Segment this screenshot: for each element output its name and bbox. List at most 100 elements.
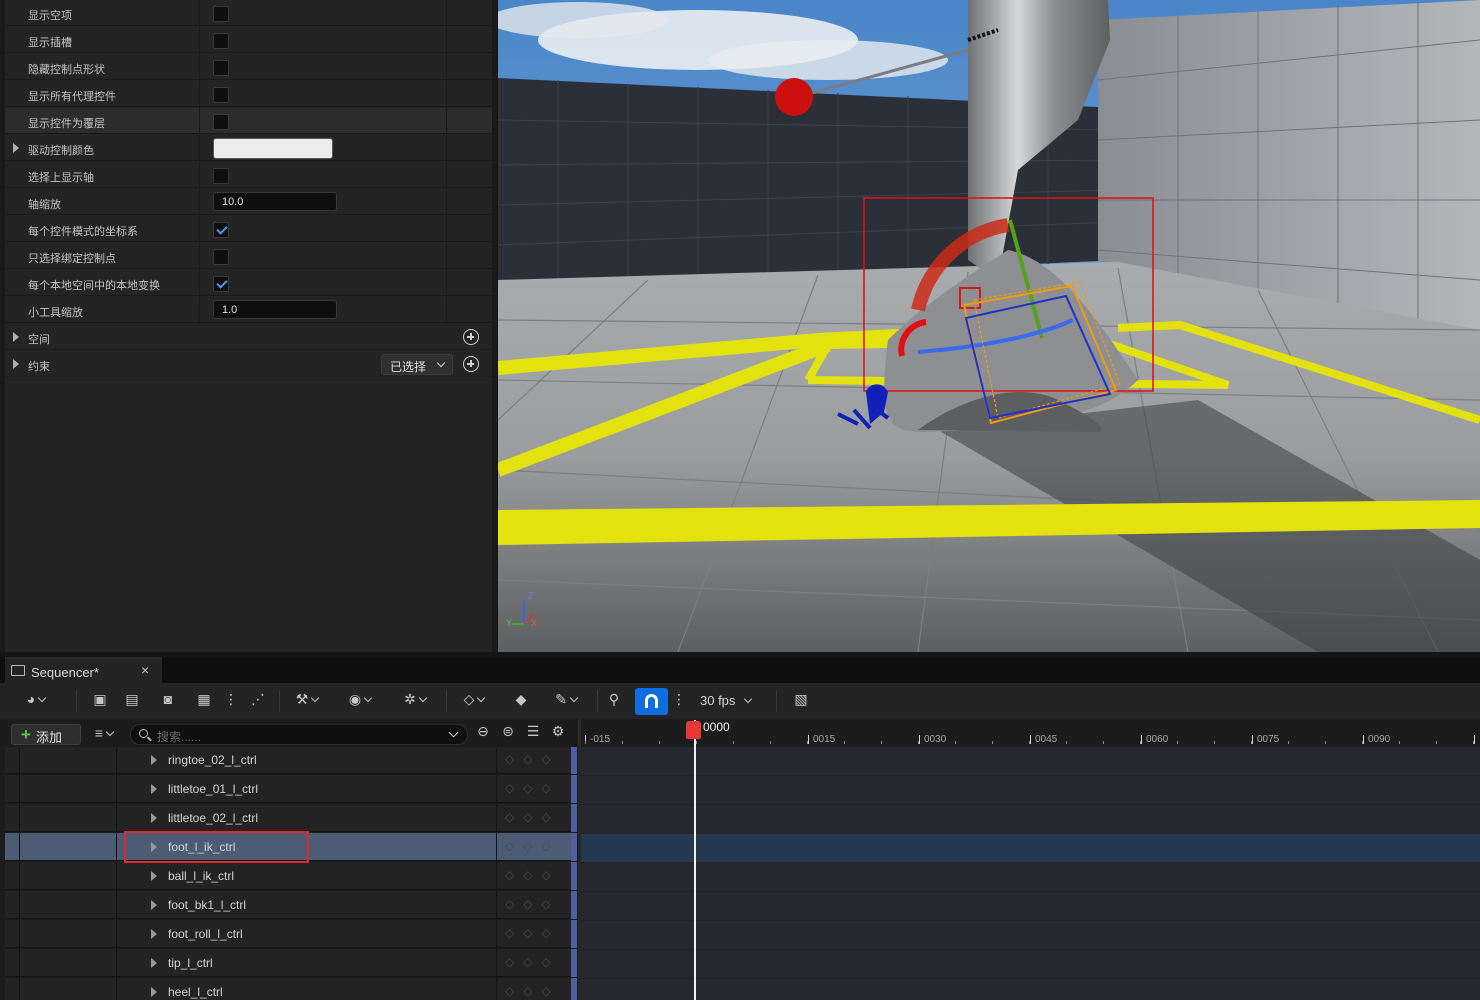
track-row[interactable]: ringtoe_02_l_ctrl ◇◇◇ [5,747,577,774]
track-name: ball_l_ik_ctrl [168,869,235,883]
key-navigation-icon[interactable]: ◇◇◇ [505,955,560,969]
property-row: 显示空项 [5,0,492,26]
track-row[interactable]: heel_l_ctrl ◇◇◇ [5,978,577,1000]
more-options-button[interactable]: ⋮ [224,691,238,711]
ruler-tick [1363,735,1364,744]
expand-arrow-icon[interactable] [151,871,157,881]
expand-arrow-icon[interactable] [151,784,157,794]
track-name: littletoe_01_l_ctrl [168,782,259,796]
viewport-scene[interactable]: Y Z X [498,0,1480,652]
auto-key-button[interactable]: ◆ [510,691,532,711]
sequencer-toolbar: ◕ ▣ ▤ ◙ ▦ ⋮ ⋰ ⚒ ◉ ✲ ◇ ◆ ✎ ⚲ ⋮ 30 fps ▧ [0,683,1480,719]
key-interpolation-dropdown[interactable]: ◇ [456,691,492,711]
curve-tool-button[interactable]: ⋰ [247,691,269,711]
ruler-tick [1030,735,1031,744]
track-row[interactable]: littletoe_02_l_ctrl ◇◇◇ [5,804,577,832]
section-header[interactable]: 约束 已选择 [5,351,492,377]
property-checkbox[interactable] [213,87,229,103]
frame-rate-dropdown[interactable]: 30 fps [700,693,753,708]
curve-editor-button[interactable]: ▧ [790,691,812,711]
timeline-track-row[interactable] [581,776,1480,805]
outliner-filter-bar: + 添加 ≡ 搜索...... ⊖ ⊜ ☰ ⚙ [0,719,578,747]
timeline-track-row[interactable] [581,805,1480,834]
property-checkbox[interactable] [213,114,229,130]
tools-dropdown[interactable]: ⚒ [289,691,325,711]
expand-arrow-icon[interactable] [13,143,19,153]
track-row[interactable]: tip_l_ctrl ◇◇◇ [5,949,577,977]
list-view-button[interactable]: ☰ [524,723,542,743]
property-number-input[interactable]: 1.0 [213,300,337,319]
timeline-track-row[interactable] [581,892,1480,921]
expand-all-button[interactable]: ⊜ [499,723,517,743]
property-label: 隐藏控制点形状 [28,64,105,76]
track-row[interactable]: littletoe_01_l_ctrl ◇◇◇ [5,775,577,803]
plus-icon: + [21,725,31,744]
property-checkbox[interactable] [213,168,229,184]
add-track-button[interactable]: + 添加 [11,724,81,745]
timeline-track-row[interactable] [581,863,1480,892]
constraint-dropdown[interactable]: 已选择 [381,354,453,375]
property-number-input[interactable]: 10.0 [213,192,337,211]
world-settings-button[interactable]: ◕ [18,691,54,711]
expand-arrow-icon[interactable] [151,900,157,910]
key-navigation-icon[interactable]: ◇◇◇ [505,926,560,940]
key-navigation-icon[interactable]: ◇◇◇ [505,810,560,824]
track-row[interactable]: ball_l_ik_ctrl ◇◇◇ [5,862,577,890]
expand-arrow-icon[interactable] [151,755,157,765]
outliner-settings-button[interactable]: ⚙ [549,723,567,743]
snap-toggle[interactable] [635,688,668,715]
playback-settings-dropdown[interactable]: ✲ [396,691,434,711]
timeline-track-row[interactable] [581,979,1480,1000]
property-checkbox[interactable] [213,60,229,76]
edit-mode-dropdown[interactable]: ✎ [548,691,584,711]
render-movie-button[interactable]: ◙ [157,691,179,711]
expand-arrow-icon[interactable] [151,958,157,968]
expand-arrow-icon[interactable] [151,813,157,823]
key-navigation-icon[interactable]: ◇◇◇ [505,984,560,998]
expand-arrow-icon[interactable] [13,359,19,369]
chevron-down-icon[interactable] [448,727,459,738]
property-checkbox[interactable] [213,33,229,49]
property-checkbox[interactable] [213,249,229,265]
expand-arrow-icon[interactable] [151,987,157,997]
save-sequence-button[interactable]: ▣ [90,691,110,711]
clapperboard-icon: ▦ [197,691,211,707]
search-input[interactable]: 搜索...... [130,724,468,745]
timeline-track-row[interactable] [581,747,1480,776]
timeline-track-row[interactable] [581,950,1480,979]
key-navigation-icon[interactable]: ◇◇◇ [505,752,560,766]
track-row[interactable]: foot_roll_l_ctrl ◇◇◇ [5,920,577,948]
track-row[interactable]: foot_bk1_l_ctrl ◇◇◇ [5,891,577,919]
snap-options-button[interactable]: ⋮ [672,691,686,711]
expand-arrow-icon[interactable] [13,332,19,342]
timeline-area[interactable]: -015 0015 0030 0045 0060 0075 0090 [578,719,1480,1000]
track-color-bar [571,978,577,1000]
view-options-dropdown[interactable]: ◉ [342,691,378,711]
playhead-handle[interactable] [686,721,701,739]
key-navigation-icon[interactable]: ◇◇◇ [505,781,560,795]
marker-button[interactable]: ⚲ [606,691,622,711]
key-navigation-icon[interactable]: ◇◇◇ [505,897,560,911]
property-checkbox[interactable] [213,222,229,238]
clapper-button[interactable]: ▦ [193,691,215,711]
find-in-content-button[interactable]: ▤ [121,691,143,711]
collapse-all-button[interactable]: ⊖ [474,723,492,743]
key-navigation-icon[interactable]: ◇◇◇ [505,868,560,882]
tab-sequencer[interactable]: Sequencer* × [5,657,162,683]
close-icon[interactable]: × [141,662,149,678]
key-navigation-icon[interactable]: ◇◇◇ [505,839,560,853]
search-icon [139,729,148,738]
property-checkbox[interactable] [213,6,229,22]
expand-arrow-icon[interactable] [151,929,157,939]
timeline-track-row[interactable] [581,834,1480,863]
section-header[interactable]: 空间 [5,324,492,350]
add-circle-icon[interactable] [463,356,479,372]
filter-dropdown[interactable]: ≡ [88,725,120,745]
level-viewport[interactable]: Y Z X [498,0,1480,652]
timeline-track-row[interactable] [581,921,1480,950]
property-checkbox[interactable] [213,276,229,292]
track-outliner: ringtoe_02_l_ctrl ◇◇◇ littletoe_01_l_ctrl ◇… [0,747,578,1000]
timeline-tracks[interactable] [581,747,1480,1000]
color-swatch[interactable] [213,138,333,159]
add-circle-icon[interactable] [463,329,479,345]
